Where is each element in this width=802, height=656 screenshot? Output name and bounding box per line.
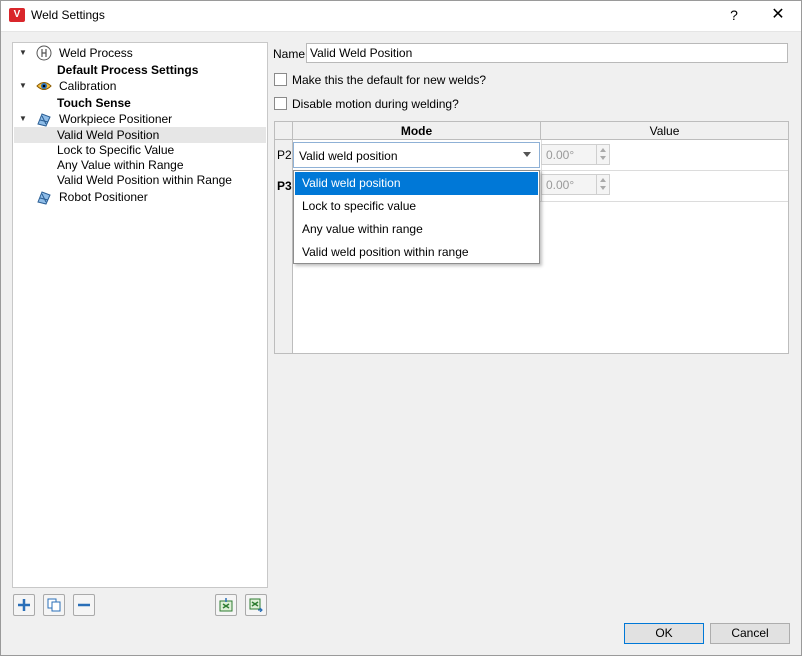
disable-motion-checkbox[interactable] — [274, 97, 287, 110]
value-column-header[interactable]: Value — [541, 122, 788, 140]
export-icon — [249, 598, 263, 612]
mode-combo-p2[interactable]: Valid weld position — [293, 142, 540, 168]
row-header-p2[interactable]: P2 — [275, 140, 293, 171]
remove-button[interactable] — [73, 594, 95, 616]
dropdown-option-valid-weld-position[interactable]: Valid weld position — [295, 172, 538, 195]
tree-item-workpiece-positioner[interactable]: ▼ Workpiece Positioner — [14, 111, 266, 127]
app-logo-icon: V — [9, 8, 25, 22]
duplicate-button[interactable] — [43, 594, 65, 616]
tree-item-robot-positioner[interactable]: Robot Positioner — [14, 189, 266, 205]
arrow-up-icon[interactable] — [600, 178, 606, 182]
mode-column-header[interactable]: Mode — [293, 122, 541, 140]
row-header-p3[interactable]: P3 — [275, 171, 293, 353]
ok-button[interactable]: OK — [624, 623, 704, 644]
expand-arrow-icon[interactable]: ▼ — [19, 78, 27, 94]
value-spinbox-p3[interactable]: 0.00° — [541, 174, 610, 195]
import-button[interactable] — [215, 594, 237, 616]
expand-arrow-icon[interactable]: ▼ — [19, 45, 27, 61]
expand-arrow-icon[interactable]: ▼ — [19, 111, 27, 127]
chevron-down-icon[interactable] — [523, 152, 531, 157]
dropdown-option-valid-weld-position-within-range[interactable]: Valid weld position within range — [295, 241, 538, 264]
dropdown-option-any-value-within-range[interactable]: Any value within range — [295, 218, 538, 241]
spin-buttons[interactable] — [596, 175, 610, 194]
export-button[interactable] — [245, 594, 267, 616]
arrow-down-icon[interactable] — [600, 186, 606, 190]
dropdown-option-lock-to-specific-value[interactable]: Lock to specific value — [295, 195, 538, 218]
window-title: Weld Settings — [31, 8, 105, 22]
settings-tree[interactable]: ▼ Weld Process Default Process Settings … — [12, 42, 268, 588]
tree-item-valid-weld-position[interactable]: Valid Weld Position — [14, 127, 266, 143]
title-bar: V Weld Settings ? ✕ — [0, 0, 802, 32]
positioner-icon — [37, 191, 51, 205]
import-icon — [219, 598, 233, 612]
name-input[interactable]: Valid Weld Position — [306, 43, 788, 63]
copy-icon — [47, 598, 61, 612]
arrow-up-icon[interactable] — [600, 148, 606, 152]
name-label: Name — [273, 47, 306, 61]
mode-dropdown-list: Valid weld position Lock to specific val… — [293, 170, 540, 264]
tree-item-calibration[interactable]: ▼ Calibration — [14, 78, 266, 94]
add-button[interactable] — [13, 594, 35, 616]
default-checkbox[interactable] — [274, 73, 287, 86]
help-button[interactable]: ? — [723, 4, 745, 26]
tree-item-weld-process[interactable]: ▼ Weld Process — [14, 45, 266, 61]
positioner-icon — [37, 113, 51, 127]
minus-icon — [78, 603, 90, 607]
close-button[interactable]: ✕ — [767, 4, 789, 26]
default-checkbox-label: Make this the default for new welds? — [292, 73, 487, 87]
disable-motion-label: Disable motion during welding? — [292, 97, 459, 111]
table-corner — [275, 122, 293, 140]
eye-icon — [36, 82, 52, 90]
spin-buttons[interactable] — [596, 145, 610, 164]
weld-process-icon — [36, 45, 52, 61]
cancel-button[interactable]: Cancel — [710, 623, 790, 644]
plus-icon — [18, 599, 30, 611]
arrow-down-icon[interactable] — [600, 156, 606, 160]
value-spinbox-p2[interactable]: 0.00° — [541, 144, 610, 165]
